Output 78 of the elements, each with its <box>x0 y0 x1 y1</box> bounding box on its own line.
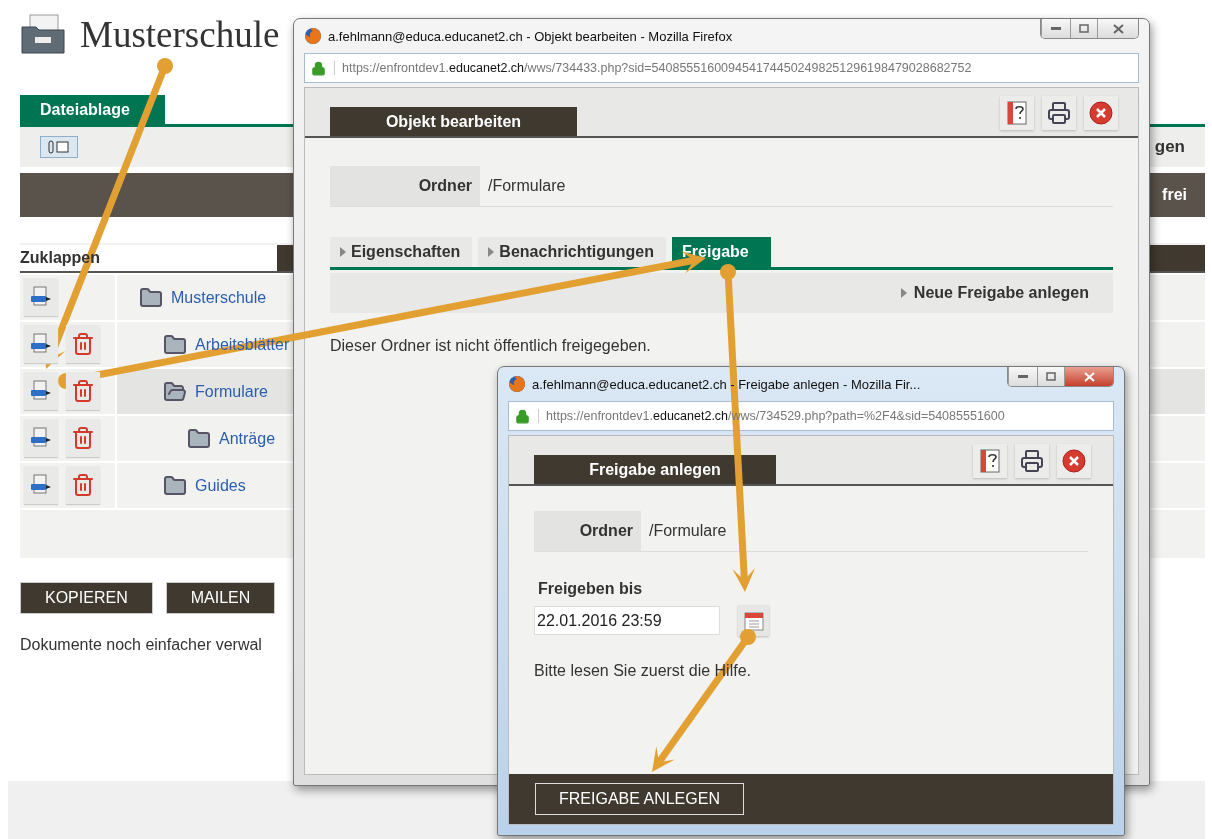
close-icon <box>1083 371 1095 382</box>
folder-link[interactable]: Formulare <box>195 382 268 401</box>
main-tab[interactable]: Dateiablage <box>20 95 165 124</box>
field-label: Ordner <box>534 511 641 551</box>
lock-icon <box>515 408 530 424</box>
edit-button[interactable] <box>24 419 58 457</box>
edit-button[interactable] <box>24 325 58 363</box>
storage-text: frei <box>1162 186 1187 204</box>
toggle-icon <box>48 140 70 154</box>
folder-icon <box>163 379 187 404</box>
folder-icon <box>20 13 66 55</box>
delete-button[interactable] <box>66 325 100 363</box>
view-toggle-button[interactable] <box>40 136 78 158</box>
folder-icon <box>187 426 211 451</box>
trash-icon <box>71 379 95 403</box>
window-close-button[interactable] <box>1097 19 1138 38</box>
folder-icon <box>163 473 187 498</box>
edit-button[interactable] <box>24 466 58 504</box>
folder-link[interactable]: Anträge <box>219 429 276 448</box>
trash-icon <box>71 473 95 497</box>
date-input-field[interactable]: 22.01.2016 23:59 <box>534 606 720 635</box>
info-text: Dokumente noch einfacher verwal <box>20 636 263 654</box>
caret-icon <box>340 247 346 257</box>
delete-button[interactable] <box>66 466 100 504</box>
maximize-icon <box>1046 372 1056 381</box>
window-title: a.fehlmann@educa.educanet2.ch - Freigabe anlegen - Mozilla Fir... <box>532 376 921 392</box>
field-value: /Formulare <box>648 521 727 541</box>
lock-icon <box>311 60 326 76</box>
edit-button[interactable] <box>24 278 58 316</box>
dialog-tab[interactable]: Objekt bearbeiten <box>330 107 577 136</box>
url-text: https://enfrontdev1.educanet2.ch/wws/734433.php?sid=5408555160094541744502498251296198479028682752 <box>334 61 972 75</box>
printer-icon <box>1020 449 1044 473</box>
delete-button[interactable] <box>66 419 100 457</box>
action-button[interactable]: MAILEN <box>165 582 276 614</box>
minimize-button[interactable] <box>1041 19 1070 38</box>
action-button[interactable]: KOPIEREN <box>20 582 153 614</box>
printer-icon <box>1047 101 1071 125</box>
caret-icon <box>488 247 495 257</box>
caret-icon <box>900 288 907 298</box>
status-message: Dieser Ordner ist nicht öffentlich freigegeben. <box>330 337 651 355</box>
page-title: Musterschule <box>80 12 280 56</box>
tab[interactable]: Eigenschaften <box>330 237 473 267</box>
document-pen-icon <box>29 332 53 356</box>
browser-logo-icon <box>508 375 526 393</box>
print-button[interactable] <box>1042 96 1076 130</box>
maximize-button[interactable] <box>1037 367 1064 386</box>
folder-link[interactable]: Guides <box>195 476 246 495</box>
trash-icon <box>71 426 95 450</box>
window-title: a.fehlmann@educa.educanet2.ch - Objekt bearbeiten - Mozilla Firefox <box>328 28 733 44</box>
document-pen-icon <box>29 285 53 309</box>
maximize-button[interactable] <box>1070 19 1097 38</box>
window-close-button[interactable] <box>1064 367 1113 386</box>
create-share-button[interactable]: FREIGABE ANLEGEN <box>535 783 744 815</box>
field-label: Ordner <box>330 166 480 206</box>
folder-icon <box>139 285 163 310</box>
toolbar-text: gen <box>1154 137 1185 157</box>
field-value: /Formulare <box>487 176 566 196</box>
close-icon <box>1112 23 1124 34</box>
document-pen-icon <box>29 473 53 497</box>
maximize-icon <box>1079 24 1089 33</box>
delete-button[interactable] <box>66 372 100 410</box>
tab[interactable]: Benachrichtigungen <box>478 237 667 267</box>
document-pen-icon <box>29 426 53 450</box>
print-button[interactable] <box>1015 444 1049 478</box>
trash-icon <box>71 332 95 356</box>
document-pen-icon <box>29 379 53 403</box>
minimize-button[interactable] <box>1008 367 1037 386</box>
field-label: Freigeben bis <box>538 580 644 598</box>
edit-button[interactable] <box>24 372 58 410</box>
tab[interactable]: Freigabe <box>672 237 771 267</box>
minimize-icon <box>1051 27 1061 30</box>
folder-link[interactable]: Musterschule <box>171 288 267 307</box>
browser-logo-icon <box>304 27 322 45</box>
new-share-link[interactable]: Neue Freigabe anlegen <box>913 284 1089 302</box>
folder-icon <box>163 332 187 357</box>
minimize-icon <box>1018 375 1028 378</box>
dialog-tab[interactable]: Freigabe anlegen <box>534 455 776 484</box>
address-bar[interactable]: https://enfrontdev1.educanet2.ch/wws/734433.php?sid=5408555160094541744502498251296198479028682752 <box>304 53 1139 83</box>
